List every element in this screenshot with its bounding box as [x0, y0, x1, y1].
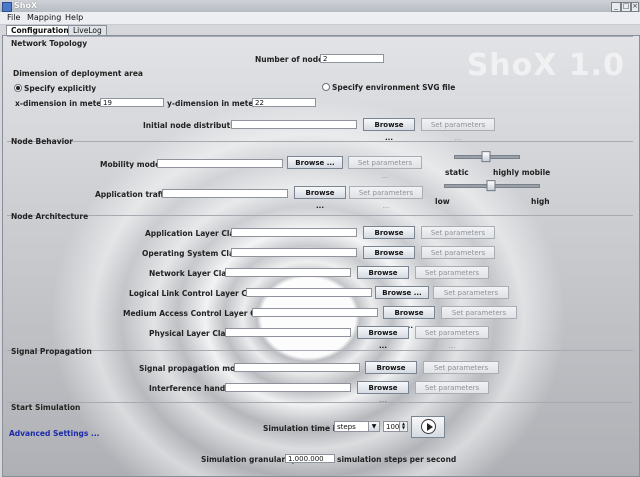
mobility-slider-thumb[interactable] — [481, 151, 491, 163]
llc-layer-browse-button[interactable]: Browse ... — [375, 286, 429, 299]
network-layer-parameters-button[interactable]: Set parameters ... — [415, 266, 489, 290]
application-traffic-input[interactable] — [162, 189, 288, 198]
signal-model-input[interactable] — [234, 363, 360, 372]
application-layer-label: Application Layer Class — [145, 229, 244, 238]
x-dimension-input[interactable]: 19 — [100, 98, 164, 107]
mac-layer-input[interactable] — [252, 308, 378, 317]
llc-layer-label: Logical Link Control Layer Class — [129, 289, 264, 298]
interference-browse-button[interactable]: Browse ... — [357, 381, 409, 405]
physical-layer-parameters-button[interactable]: Set parameters ... — [415, 326, 489, 350]
physical-layer-browse-button[interactable]: Browse ... — [357, 326, 409, 350]
operating-system-label: Operating System Class — [142, 249, 243, 258]
initial-distribution-browse-button[interactable]: Browse ... — [363, 118, 415, 142]
signal-model-parameters-button[interactable]: Set parameters ... — [423, 361, 499, 385]
granularity-unit-label: simulation steps per second — [337, 455, 457, 464]
traffic-slider-left-label: low — [435, 197, 450, 206]
tab-configuration[interactable]: Configuration — [6, 25, 74, 35]
mobility-browse-button[interactable]: Browse ... — [287, 156, 343, 169]
interference-parameters-button[interactable]: Set parameters ... — [415, 381, 489, 405]
signal-model-label: Signal propagation model — [139, 364, 249, 373]
network-topology-title: Network Topology — [11, 39, 88, 48]
configuration-panel: ShoX 1.0 Network Topology Number of node… — [2, 35, 640, 477]
x-dimension-label: x-dimension in meters — [15, 99, 110, 108]
specify-svg-radio[interactable] — [322, 83, 330, 91]
application-traffic-label: Application traffic — [95, 190, 171, 199]
y-dimension-input[interactable]: 22 — [252, 98, 316, 107]
physical-layer-input[interactable] — [225, 328, 351, 337]
specify-explicitly-radio[interactable] — [14, 84, 22, 92]
llc-layer-input[interactable] — [246, 288, 372, 297]
time-unit-combo[interactable]: steps ▼ — [334, 421, 380, 432]
network-layer-label: Network Layer Class — [149, 269, 236, 278]
traffic-slider-right-label: high — [531, 197, 550, 206]
network-layer-browse-button[interactable]: Browse ... — [357, 266, 409, 290]
mobility-model-label: Mobility model — [100, 160, 163, 169]
app-icon — [2, 2, 12, 12]
tab-livelog[interactable]: LiveLog — [68, 25, 107, 35]
shox-window: ShoX _ □ × File Mapping Help Configurati… — [0, 0, 640, 477]
signal-model-browse-button[interactable]: Browse ... — [365, 361, 417, 385]
network-layer-input[interactable] — [225, 268, 351, 277]
simulation-time-label: Simulation time in — [263, 424, 341, 433]
mobility-slider-right-label: highly mobile — [493, 168, 551, 177]
signal-propagation-section — [7, 350, 633, 403]
mac-layer-browse-button[interactable]: Browse ... — [383, 306, 435, 330]
spinner-arrows-icon[interactable]: ▲ ▼ — [399, 422, 407, 431]
physical-layer-label: Physical Layer Class — [149, 329, 235, 338]
time-value-spinner[interactable]: 100 ▲ ▼ — [383, 421, 408, 432]
node-architecture-title: Node Architecture — [11, 212, 89, 221]
mobility-model-input[interactable] — [157, 159, 283, 168]
number-of-nodes-label: Number of nodes — [255, 55, 328, 64]
menu-mapping[interactable]: Mapping — [27, 13, 61, 22]
deployment-area-label: Dimension of deployment area — [13, 69, 143, 78]
number-of-nodes-input[interactable]: 2 — [320, 54, 384, 63]
granularity-input[interactable]: 1.000.000 — [285, 454, 335, 463]
interference-handler-input[interactable] — [225, 383, 351, 392]
granularity-label: Simulation granularity — [201, 455, 297, 464]
y-dimension-label: y-dimension in meters — [167, 99, 262, 108]
minimize-button[interactable]: _ — [611, 2, 621, 12]
window-title: ShoX — [14, 1, 38, 10]
menu-file[interactable]: File — [7, 13, 20, 22]
interference-handler-label: Interference handler — [149, 384, 237, 393]
chevron-down-icon[interactable]: ▼ — [368, 422, 379, 431]
traffic-parameters-button[interactable]: Set parameters ... — [349, 186, 423, 210]
mac-layer-parameters-button[interactable]: Set parameters ... — [441, 306, 517, 330]
tab-strip: Configuration LiveLog — [0, 24, 640, 35]
play-icon — [421, 419, 436, 434]
traffic-slider-thumb[interactable] — [486, 180, 496, 192]
specify-explicitly-label: Specify explicitly — [24, 84, 97, 93]
operating-system-input[interactable] — [231, 248, 357, 257]
advanced-settings-link[interactable]: Advanced Settings ... — [9, 429, 100, 438]
signal-propagation-title: Signal Propagation — [11, 347, 92, 356]
application-layer-parameters-button[interactable]: Set parameters ... — [421, 226, 495, 250]
initial-distribution-parameters-button[interactable]: Set parameters ... — [421, 118, 495, 142]
start-simulation-button[interactable] — [411, 416, 445, 438]
llc-layer-parameters-button[interactable]: Set parameters ... — [433, 286, 509, 310]
close-button[interactable]: × — [631, 2, 639, 12]
maximize-button[interactable]: □ — [621, 2, 631, 12]
specify-svg-label: Specify environment SVG file — [332, 83, 456, 92]
time-unit-value: steps — [337, 423, 356, 431]
application-layer-input[interactable] — [231, 228, 357, 237]
operating-system-browse-button[interactable]: Browse ... — [363, 246, 415, 270]
mobility-parameters-button[interactable]: Set parameters ... — [348, 156, 422, 180]
initial-distribution-label: Initial node distribution — [143, 121, 244, 130]
mac-layer-label: Medium Access Control Layer Class — [123, 309, 273, 318]
initial-distribution-input[interactable] — [231, 120, 357, 129]
start-simulation-title: Start Simulation — [11, 403, 81, 412]
time-value: 100 — [386, 423, 400, 431]
traffic-browse-button[interactable]: Browse ... — [294, 186, 346, 210]
operating-system-parameters-button[interactable]: Set parameters ... — [421, 246, 495, 270]
application-layer-browse-button[interactable]: Browse ... — [363, 226, 415, 250]
node-behavior-title: Node Behavior — [11, 137, 74, 146]
mobility-slider-left-label: static — [445, 168, 469, 177]
start-simulation-section — [7, 402, 633, 475]
menu-help[interactable]: Help — [65, 13, 83, 22]
